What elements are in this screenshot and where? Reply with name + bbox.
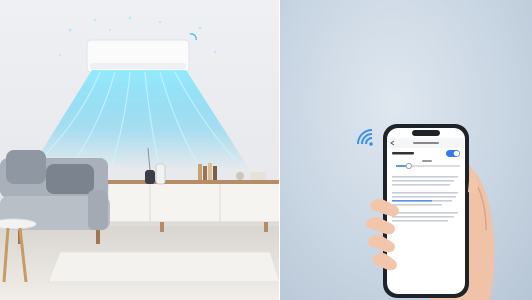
screen-title-placeholder: [413, 142, 439, 144]
phone-scene: [280, 0, 532, 300]
wifi-icon: [357, 129, 373, 146]
help-link[interactable]: [392, 200, 432, 202]
photo-frame: [0, 0, 532, 300]
living-room-illustration: [0, 16, 280, 300]
living-room-scene: [0, 0, 280, 300]
sofa: [0, 150, 110, 244]
setting-label: [392, 152, 414, 155]
rug: [47, 251, 280, 283]
slider-value: [422, 160, 432, 162]
tv-cabinet: [107, 180, 280, 232]
power-toggle[interactable]: [446, 150, 460, 157]
phone-illustration: [357, 124, 495, 300]
air-conditioner: [86, 33, 197, 73]
